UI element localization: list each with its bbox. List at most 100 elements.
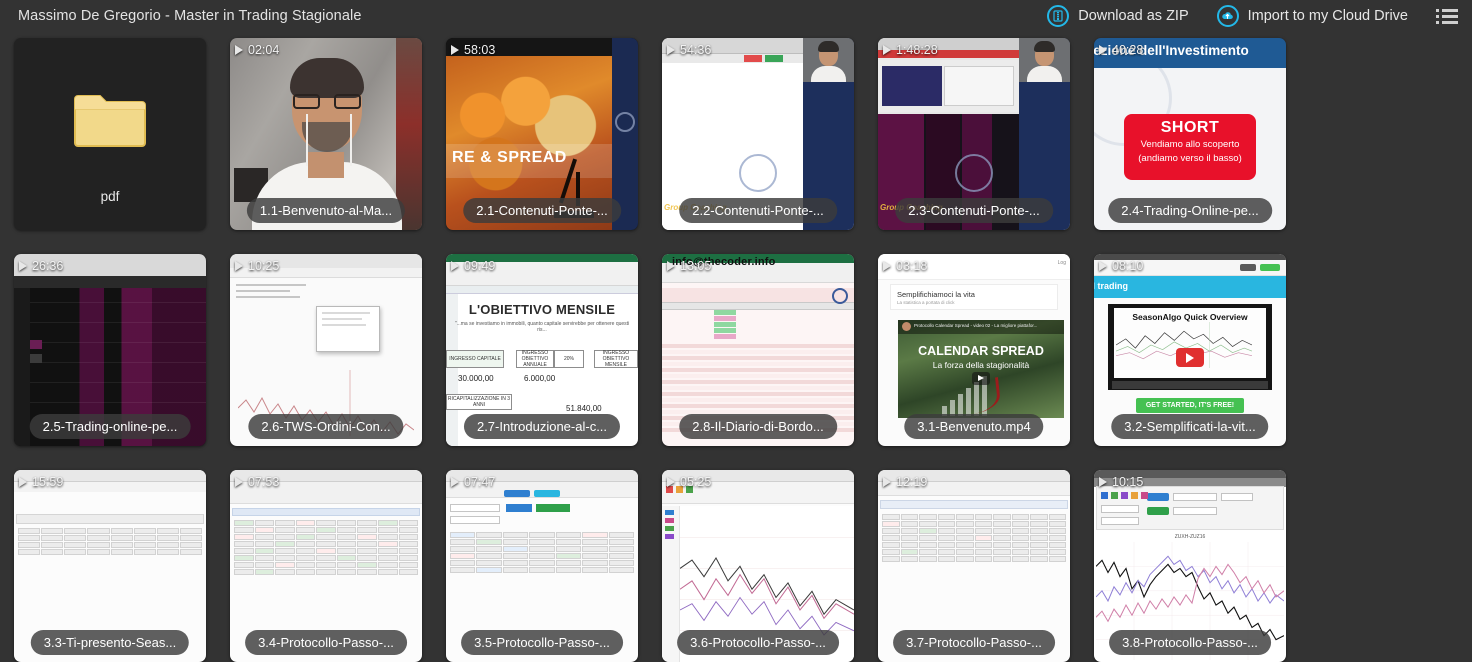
duration-text: 07:53 — [248, 475, 280, 489]
video-card[interactable]: 02:04 1.1-Benvenuto-al-Ma... — [230, 38, 422, 230]
download-as-zip-button[interactable]: Download as ZIP — [1047, 5, 1189, 27]
duration-text: 40:28 — [1112, 43, 1144, 57]
video-card[interactable]: 10:25 2.6-TWS-Ordini-Con... — [230, 254, 422, 446]
video-title: 3.6-Protocollo-Passo-... — [677, 630, 839, 655]
play-icon — [451, 477, 459, 487]
video-title: 2.3-Contenuti-Ponte-... — [895, 198, 1053, 223]
short-line-2: (andiamo verso il basso) — [1138, 153, 1242, 164]
video-card[interactable]: 05:25 3.6-Protocollo-Passo-... — [662, 470, 854, 662]
video-title: 2.7-Introduzione-al-c... — [463, 414, 621, 439]
folder-icon — [73, 91, 147, 156]
short-callout-box: SHORT Vendiamo allo scoperto (andiamo ve… — [1124, 114, 1256, 180]
duration-text: 08:10 — [1112, 259, 1144, 273]
download-as-zip-label: Download as ZIP — [1078, 8, 1189, 24]
play-button-icon[interactable] — [1176, 348, 1204, 367]
sheet-cell-value: 6.000,00 — [524, 374, 556, 383]
import-to-cloud-drive-button[interactable]: Import to my Cloud Drive — [1216, 5, 1408, 27]
play-icon — [235, 261, 243, 271]
video-title: 3.3-Ti-presento-Seas... — [30, 630, 190, 655]
duration-badge: 03:18 — [883, 259, 927, 273]
duration-text: 10:15 — [1112, 475, 1144, 489]
video-title: 2.8-Il-Diario-di-Bordo... — [679, 414, 837, 439]
video-card[interactable]: nal trading SeasonAlgo Quick Overview — [1094, 254, 1286, 446]
short-line-1: Vendiamo allo scoperto — [1140, 139, 1240, 150]
embedded-video[interactable]: Protocollo Calendar Spread - video 02 - … — [898, 320, 1064, 418]
video-title: 2.2-Contenuti-Ponte-... — [679, 198, 837, 223]
duration-text: 07:47 — [464, 475, 496, 489]
video-card[interactable]: L'OBIETTIVO MENSILE "...ma se investiamo… — [446, 254, 638, 446]
import-to-cloud-drive-label: Import to my Cloud Drive — [1247, 8, 1408, 24]
top-bar-actions: Download as ZIP Import to my Cloud Drive — [1047, 5, 1472, 27]
list-view-icon[interactable] — [1436, 8, 1458, 24]
duration-text: 13:05 — [680, 259, 712, 273]
chart-label: ZUXH-ZUZ16 — [1094, 532, 1286, 542]
video-title: 2.1-Contenuti-Ponte-... — [463, 198, 621, 223]
folder-card-pdf[interactable]: pdf — [14, 38, 206, 230]
duration-text: 12:19 — [896, 475, 928, 489]
duration-badge: 07:47 — [451, 475, 495, 489]
play-icon — [235, 477, 243, 487]
duration-badge: 58:03 — [451, 43, 495, 57]
video-card[interactable]: 07:53 3.4-Protocollo-Passo-... — [230, 470, 422, 662]
get-started-button[interactable]: GET STARTED, IT'S FREE! — [1136, 398, 1244, 413]
duration-text: 54:36 — [680, 43, 712, 57]
duration-badge: 08:10 — [1099, 259, 1143, 273]
play-icon — [883, 477, 891, 487]
video-title: 3.1-Benvenuto.mp4 — [904, 414, 1044, 439]
video-title: 3.4-Protocollo-Passo-... — [245, 630, 407, 655]
video-overlay-title: SeasonAlgo Quick Overview — [1132, 312, 1248, 322]
duration-badge: 07:53 — [235, 475, 279, 489]
duration-text: 1:48:28 — [896, 43, 938, 57]
video-card[interactable]: Group Coaching 54:36 2.2-Contenuti-Ponte… — [662, 38, 854, 230]
duration-badge: 13:05 — [667, 259, 711, 273]
sheet-title: L'OBIETTIVO MENSILE — [468, 302, 616, 317]
duration-badge: 12:19 — [883, 475, 927, 489]
sheet-cell-value: 30.000,00 — [458, 374, 494, 383]
video-card[interactable]: rezione dell'Investimento SHORT Vendiamo… — [1094, 38, 1286, 230]
video-card[interactable]: Group Coaching 1:48:28 2.3-Contenuti-Pon… — [878, 38, 1070, 230]
video-card[interactable]: info@thecoder.info 13:05 2.8-Il-Diario-d… — [662, 254, 854, 446]
play-icon — [883, 261, 891, 271]
zip-file-icon — [1047, 5, 1070, 27]
duration-text: 02:04 — [248, 43, 280, 57]
video-title: 3.2-Semplificati-la-vit... — [1111, 414, 1269, 439]
video-card[interactable]: 26:36 2.5-Trading-online-pe... — [14, 254, 206, 446]
sheet-cell-label: INGRESSO CAPITALE — [446, 350, 504, 368]
grid-row: pdf 02:04 1.1-Benvenuto-al-Ma... RE & SP… — [14, 38, 1472, 230]
short-title: SHORT — [1160, 119, 1220, 136]
page-card: Semplifichiamoci la vita La statistica a… — [890, 284, 1058, 310]
play-icon — [1099, 477, 1107, 487]
page-subheading: La statistica a portata di click — [897, 300, 955, 305]
video-card[interactable]: ZUXH-ZUZ16 10:15 3.8-Protocollo-Passo-..… — [1094, 470, 1286, 662]
grid-row: 15:59 3.3-Ti-presento-Seas... 07:53 3.4-… — [14, 470, 1472, 662]
sheet-subtitle: "...ma se investiamo in immobili, quanto… — [454, 321, 630, 333]
play-icon — [667, 477, 675, 487]
file-grid: pdf 02:04 1.1-Benvenuto-al-Ma... RE & SP… — [0, 32, 1472, 662]
play-icon — [235, 45, 243, 55]
video-meta: Protocollo Calendar Spread - video 02 - … — [914, 323, 1038, 328]
sheet-cell-label: RICAPITALIZZAZIONE IN 3 ANNI — [446, 394, 512, 410]
login-link[interactable]: Log — [1058, 260, 1066, 266]
duration-badge: 54:36 — [667, 43, 711, 57]
video-card[interactable]: Log Semplifichiamoci la vita La statisti… — [878, 254, 1070, 446]
play-icon — [1099, 261, 1107, 271]
video-card[interactable]: 15:59 3.3-Ti-presento-Seas... — [14, 470, 206, 662]
grid-row: 26:36 2.5-Trading-online-pe... 10:25 2.6… — [14, 254, 1472, 446]
video-card[interactable]: 12:19 3.7-Protocollo-Passo-... — [878, 470, 1070, 662]
video-title: 3.7-Protocollo-Passo-... — [893, 630, 1055, 655]
page-title: Massimo De Gregorio - Master in Trading … — [18, 8, 362, 24]
video-card[interactable]: 07:47 3.5-Protocollo-Passo-... — [446, 470, 638, 662]
duration-text: 03:18 — [896, 259, 928, 273]
play-icon — [19, 261, 27, 271]
video-overlay-subtitle: La forza della stagionalità — [932, 360, 1030, 370]
sheet-cell-value: 51.840,00 — [566, 404, 602, 413]
embedded-video[interactable]: SeasonAlgo Quick Overview — [1108, 304, 1272, 390]
chart-config-panel — [1096, 486, 1284, 530]
duration-text: 10:25 — [248, 259, 280, 273]
video-title: 3.8-Protocollo-Passo-... — [1109, 630, 1271, 655]
sheet-cell-label: 20% — [554, 350, 584, 368]
video-title: 2.4-Trading-Online-pe... — [1108, 198, 1272, 223]
video-card[interactable]: RE & SPREAD 58:03 2.1-Contenuti-Ponte-..… — [446, 38, 638, 230]
video-overlay-title: CALENDAR SPREAD — [918, 344, 1044, 358]
sheet-cell-label: INGRESSO OBIETTIVO MENSILE — [594, 350, 638, 368]
